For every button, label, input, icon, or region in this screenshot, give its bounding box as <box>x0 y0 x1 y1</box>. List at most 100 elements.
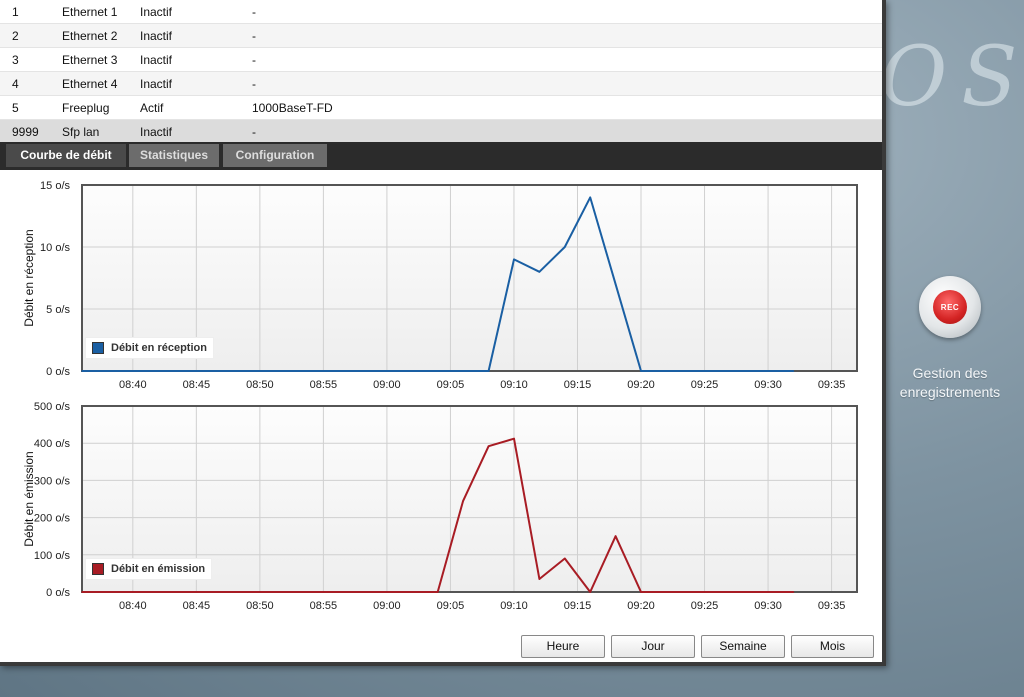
tab-throughput[interactable]: Courbe de débit <box>6 144 126 167</box>
y-tick-label: 15 o/s <box>40 180 70 192</box>
port-state: Inactif <box>140 47 252 72</box>
data-point <box>538 271 541 273</box>
x-tick-label: 09:25 <box>691 600 719 612</box>
data-point <box>436 591 439 593</box>
port-id: 4 <box>0 71 62 96</box>
x-tick-label: 08:55 <box>310 600 338 612</box>
data-point <box>640 591 642 593</box>
tab-statistics[interactable]: Statistiques <box>129 144 219 167</box>
x-tick-label: 09:35 <box>818 379 846 391</box>
x-tick-label: 09:25 <box>691 379 719 391</box>
x-tick-label: 08:45 <box>183 379 211 391</box>
port-speed: 1000BaseT-FD <box>252 95 882 120</box>
recordings-label-line2: enregistrements <box>899 384 1001 400</box>
x-tick-label: 09:30 <box>754 379 782 391</box>
data-point <box>513 437 515 440</box>
data-point <box>563 557 566 560</box>
port-speed: - <box>252 71 882 96</box>
port-state: Inactif <box>140 71 252 96</box>
legend-label: Débit en réception <box>111 342 207 354</box>
data-point <box>81 370 83 372</box>
port-row[interactable]: 4 Ethernet 4 Inactif - <box>0 71 882 96</box>
y-tick-label: 0 o/s <box>46 366 70 378</box>
x-tick-label: 09:10 <box>500 379 528 391</box>
data-point <box>614 535 617 537</box>
x-tick-label: 09:35 <box>818 600 846 612</box>
chart-legend: Débit en réception <box>85 337 214 359</box>
data-point <box>589 196 591 199</box>
background-logo: OS <box>880 30 1024 125</box>
port-row[interactable]: 3 Ethernet 3 Inactif - <box>0 47 882 72</box>
legend-label: Débit en émission <box>111 563 206 575</box>
port-speed: - <box>252 0 882 24</box>
y-tick-label: 5 o/s <box>46 304 70 316</box>
port-name: Ethernet 3 <box>62 47 140 72</box>
port-id: 3 <box>0 47 62 72</box>
x-tick-label: 09:20 <box>627 379 655 391</box>
port-state: Inactif <box>140 119 252 144</box>
port-name: Ethernet 1 <box>62 0 140 24</box>
rec-icon: REC <box>933 290 967 324</box>
x-tick-label: 09:00 <box>373 600 401 612</box>
chart-emission: 08:40 08:45 08:50 08:55 09:00 09:05 09:10 09:15… <box>0 397 882 619</box>
chart-legend: Débit en émission <box>85 558 213 580</box>
y-tick-label: 400 o/s <box>34 438 71 450</box>
data-point <box>462 500 464 502</box>
data-point <box>640 370 642 372</box>
y-axis-label: Débit en réception <box>22 229 36 326</box>
x-tick-label: 08:55 <box>310 379 338 391</box>
chart-reception: 08:40 08:45 08:50 08:55 09:00 09:05 09:10 09:15… <box>0 176 882 398</box>
recordings-label: Gestion des enregistrements <box>890 364 1010 402</box>
rec-button[interactable]: REC <box>919 276 981 338</box>
x-tick-label: 08:40 <box>119 379 147 391</box>
port-speed: - <box>252 23 882 48</box>
y-tick-label: 500 o/s <box>34 401 71 413</box>
y-tick-label: 200 o/s <box>34 513 71 525</box>
data-point <box>81 591 83 593</box>
port-state: Actif <box>140 95 252 120</box>
y-axis-label: Débit en émission <box>22 451 36 546</box>
month-button[interactable]: Mois <box>791 635 874 658</box>
x-tick-label: 09:30 <box>754 600 782 612</box>
data-point <box>513 258 515 261</box>
x-tick-label: 08:50 <box>246 600 274 612</box>
legend-swatch <box>92 563 104 575</box>
x-tick-label: 08:45 <box>183 600 211 612</box>
port-id: 9999 <box>0 119 62 144</box>
x-tick-label: 08:40 <box>119 600 147 612</box>
chart-svg: 08:40 08:45 08:50 08:55 09:00 09:05 09:10 09:15… <box>22 180 858 391</box>
y-tick-label: 100 o/s <box>34 550 71 562</box>
port-row[interactable]: 5 Freeplug Actif 1000BaseT-FD <box>0 95 882 120</box>
chart-svg: 08:40 08:45 08:50 08:55 09:00 09:05 09:10 09:15… <box>22 401 858 612</box>
port-row[interactable]: 9999 Sfp lan Inactif - <box>0 119 882 144</box>
port-row[interactable]: 1 Ethernet 1 Inactif - <box>0 0 882 24</box>
x-tick-label: 09:00 <box>373 379 401 391</box>
week-button[interactable]: Semaine <box>701 635 785 658</box>
x-tick-label: 09:15 <box>564 379 592 391</box>
day-button[interactable]: Jour <box>611 635 695 658</box>
port-speed: - <box>252 119 882 144</box>
port-state: Inactif <box>140 23 252 48</box>
port-id: 5 <box>0 95 62 120</box>
data-point <box>487 370 490 372</box>
recordings-launcher[interactable]: REC Gestion des enregistrements <box>890 276 1010 402</box>
port-row[interactable]: 2 Ethernet 2 Inactif - <box>0 23 882 48</box>
x-tick-label: 08:50 <box>246 379 274 391</box>
data-point <box>538 578 541 580</box>
data-point <box>792 370 795 372</box>
data-point <box>614 283 617 285</box>
port-name: Freeplug <box>62 95 140 120</box>
ports-window: 1 Ethernet 1 Inactif -2 Ethernet 2 Inactif -3 E… <box>0 0 886 666</box>
legend-swatch <box>92 342 104 354</box>
recordings-label-line1: Gestion des <box>912 365 988 381</box>
tab-bar: Courbe de débit Statistiques Configurati… <box>0 142 882 170</box>
port-state: Inactif <box>140 0 252 24</box>
x-tick-label: 09:05 <box>437 379 465 391</box>
port-id: 2 <box>0 23 62 48</box>
hour-button[interactable]: Heure <box>521 635 605 658</box>
tab-configuration[interactable]: Configuration <box>223 144 327 167</box>
port-name: Ethernet 2 <box>62 23 140 48</box>
port-name: Ethernet 4 <box>62 71 140 96</box>
y-tick-label: 300 o/s <box>34 475 71 487</box>
data-point <box>792 591 795 593</box>
